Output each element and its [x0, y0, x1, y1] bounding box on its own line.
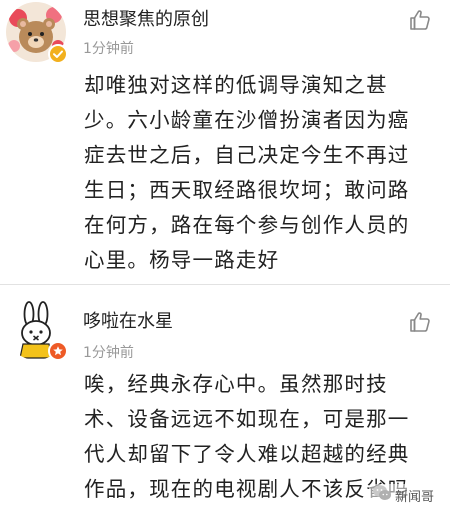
comment-username[interactable]: 哆啦在水星 — [83, 307, 173, 333]
comment-line: 少。六小龄童在沙僧扮演者因为癌 — [84, 108, 410, 132]
comment-line: 生日；西天取经路很坎坷；敢问路 — [84, 178, 410, 202]
member-badge-icon — [48, 341, 68, 361]
comment-divider — [0, 284, 450, 285]
watermark-text: 新闻哥 — [395, 489, 435, 505]
comment-body: 却唯独对这样的低调导演知之甚 少。六小龄童在沙僧扮演者因为癌 症去世之后，自己决… — [84, 68, 446, 278]
verified-badge-icon — [48, 44, 68, 64]
comment-item: 哆啦在水星 1分钟前 唉，经典永存心中。虽然那时技 术、设备远远不如现在，可是那… — [0, 286, 450, 512]
comment-time: 1分钟前 — [83, 41, 134, 57]
comment-line: 却唯独对这样的低调导演知之甚 — [84, 73, 388, 97]
thumbs-up-icon[interactable] — [408, 310, 432, 334]
watermark: 新闻哥 — [369, 484, 438, 506]
comment-line: 唉，经典永存心中。虽然那时技 — [84, 372, 388, 396]
comment-line: 代人却留下了令人难以超越的经典 — [84, 442, 410, 466]
comment-line: 在何方，路在每个参与创作人员的 — [84, 213, 410, 237]
comment-item: 思想聚焦的原创 1分钟前 却唯独对这样的低调导演知之甚 少。六小龄童在沙僧扮演者… — [0, 0, 450, 285]
comment-line: 术、设备远远不如现在，可是那一 — [84, 407, 410, 431]
comment-time: 1分钟前 — [83, 345, 134, 361]
comment-username[interactable]: 思想聚焦的原创 — [83, 5, 209, 31]
comment-line: 心里。杨导一路走好 — [84, 248, 280, 272]
wechat-logo-icon — [372, 484, 392, 506]
comment-line: 症去世之后，自己决定今生不再过 — [84, 143, 410, 167]
thumbs-up-icon[interactable] — [408, 8, 432, 32]
